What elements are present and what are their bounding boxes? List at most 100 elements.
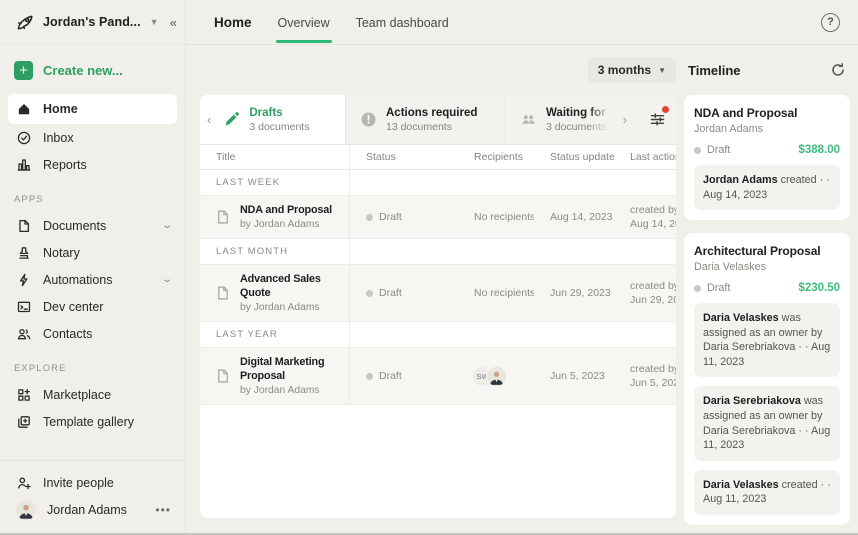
notification-dot [662, 106, 669, 113]
status-dot [366, 214, 373, 221]
table-group-label: LAST MONTH [200, 239, 350, 264]
sidebar-item-contacts[interactable]: Contacts [8, 320, 177, 347]
status-updated-cell: Jun 29, 2023 [534, 287, 614, 299]
sidebar-item-documents[interactable]: Documents ⌄ [8, 212, 177, 239]
sidebar-section-title: EXPLORE [14, 363, 171, 374]
summary-card-waiting-for-oth[interactable]: Waiting for oth 3 documents › [506, 95, 638, 144]
sidebar-sections: APPS Documents ⌄ Notary Automations ⌄ Dev cent… [0, 178, 185, 435]
sidebar-item-label: Automations [43, 273, 112, 287]
alert-icon [360, 111, 377, 128]
sidebar-section-title: APPS [14, 194, 171, 205]
chevron-left-icon[interactable]: ‹ [204, 112, 214, 127]
timeline-status-label: Draft [707, 144, 730, 156]
sidebar-item-label: Jordan Adams [47, 503, 127, 517]
table-group-spacer [350, 322, 676, 347]
documents-icon [16, 218, 32, 234]
sidebar-item-notary[interactable]: Notary [8, 239, 177, 266]
create-new-button[interactable]: + Create new... [14, 61, 171, 80]
sidebar-item-jordan-adams[interactable]: Jordan Adams ••• [8, 496, 177, 523]
timeline-status-row: Draft$230.50 [694, 282, 840, 294]
sidebar-item-marketplace[interactable]: Marketplace [8, 381, 177, 408]
table-row[interactable]: NDA and Proposalby Jordan Adams Draft No r… [200, 195, 676, 239]
sidebar-item-automations[interactable]: Automations ⌄ [8, 266, 177, 293]
inbox-icon [16, 130, 32, 146]
documents-column: 3 months ▼ ‹Drafts3 documentsActions req… [200, 45, 676, 533]
chevron-right-icon[interactable]: › [620, 112, 630, 127]
event-actor: Daria Velaskes [703, 479, 779, 491]
timeline-card[interactable]: NDA and ProposalJordan AdamsDraft$388.00… [684, 95, 850, 220]
table-group-row: LAST YEAR [200, 322, 676, 347]
sidebar-item-home[interactable]: Home [8, 94, 177, 124]
table-row[interactable]: Digital Marketing Proposalby Jordan Adam… [200, 347, 676, 405]
sidebar-item-label: Reports [43, 158, 87, 172]
refresh-icon[interactable] [830, 62, 846, 78]
tab-overview[interactable]: Overview [278, 2, 330, 43]
document-amount: $230.50 [798, 282, 840, 294]
document-owner: by Jordan Adams [240, 219, 332, 230]
summary-card-actions-required[interactable]: Actions required13 documents [346, 95, 506, 144]
sidebar-item-dev-center[interactable]: Dev center [8, 293, 177, 320]
document-owner: by Jordan Adams [240, 302, 343, 313]
sidebar-item-invite-people[interactable]: Invite people [8, 469, 177, 496]
summary-card-count: 3 documents [249, 121, 309, 133]
document-title-block: NDA and Proposalby Jordan Adams [240, 204, 332, 230]
tab-team-dashboard[interactable]: Team dashboard [356, 2, 449, 43]
document-icon [214, 208, 232, 226]
timeline-event: Daria Velaskes was assigned as an owner … [694, 303, 840, 377]
timeline-card-title: Architectural Proposal [694, 244, 840, 258]
home-icon [16, 101, 32, 117]
notary-icon [16, 245, 32, 261]
filter-button[interactable] [638, 95, 676, 144]
sidebar-item-label: Invite people [43, 476, 114, 490]
workspace-name: Jordan's Pand... [43, 15, 141, 29]
marketplace-icon [16, 387, 32, 403]
summary-card-drafts[interactable]: ‹Drafts3 documents [200, 95, 346, 144]
summary-card-count: 3 documents [546, 121, 611, 133]
sidebar-item-label: Documents [43, 219, 106, 233]
timeline-event: Jordan Adams created · · Aug 14, 2023 [694, 165, 840, 210]
period-filter-dropdown[interactable]: 3 months ▼ [588, 57, 676, 83]
status-label: Draft [379, 211, 402, 223]
timeline-card[interactable]: Architectural Proposal Daria Velaskes Draf… [684, 233, 850, 525]
status-label: Draft [379, 370, 402, 382]
workspace-switcher[interactable]: Jordan's Pand... ▼ « [0, 0, 185, 45]
chevron-down-icon[interactable]: ⌄ [161, 274, 173, 285]
create-new-label: Create new... [43, 63, 123, 78]
timeline-status-row: Draft$388.00 [694, 144, 840, 156]
chevron-down-icon[interactable]: ⌄ [161, 220, 173, 231]
recipients-cell: No recipients [458, 211, 534, 223]
last-action-cell: created by JordaJun 5, 2023 [614, 362, 676, 390]
timeline-event: Daria Velaskes created · · Aug 11, 2023 [694, 470, 840, 515]
invite-icon [16, 475, 32, 491]
last-action-date: Jun 5, 2023 [630, 376, 676, 390]
more-options-icon[interactable]: ••• [155, 503, 171, 517]
last-action-cell: created by JordaJun 29, 2023 [614, 279, 676, 307]
status-label: Draft [379, 287, 402, 299]
reports-icon [16, 157, 32, 173]
status-dot [366, 373, 373, 380]
sidebar-item-inbox[interactable]: Inbox [8, 124, 177, 151]
document-icon [214, 367, 232, 385]
status-dot [694, 285, 701, 292]
summary-card-text: Waiting for oth 3 documents [546, 107, 611, 133]
collapse-sidebar-button[interactable]: « [170, 15, 175, 30]
sidebar-item-template-gallery[interactable]: Template gallery [8, 408, 177, 435]
page-title: Home [214, 15, 252, 30]
main-region: Home Overview Team dashboard ? 3 months ▼… [186, 0, 858, 533]
last-action-text: created by Jorda [630, 203, 676, 217]
table-row[interactable]: Advanced Sales Quoteby Jordan AdamsDraft… [200, 264, 676, 322]
summary-cards-row: ‹Drafts3 documentsActions required13 doc… [200, 95, 676, 145]
top-navigation-bar: Home Overview Team dashboard ? [186, 0, 858, 45]
summary-card-label: Waiting for oth [546, 107, 611, 119]
people-icon [520, 111, 537, 128]
sidebar-footer: Invite people Jordan Adams ••• [0, 460, 185, 529]
sidebar-item-reports[interactable]: Reports [8, 151, 177, 178]
last-action-text: created by Jorda [630, 279, 676, 293]
last-action-date: Aug 14, 2023 [630, 217, 676, 231]
recipient-avatar-photo [486, 366, 507, 387]
document-title-block: Digital Marketing Proposalby Jordan Adam… [240, 356, 343, 396]
template-icon [16, 414, 32, 430]
timeline-card-title: NDA and Proposal [694, 106, 840, 120]
help-icon[interactable]: ? [821, 13, 840, 32]
sidebar-section-items: Documents ⌄ Notary Automations ⌄ Dev centerCo… [0, 212, 185, 347]
